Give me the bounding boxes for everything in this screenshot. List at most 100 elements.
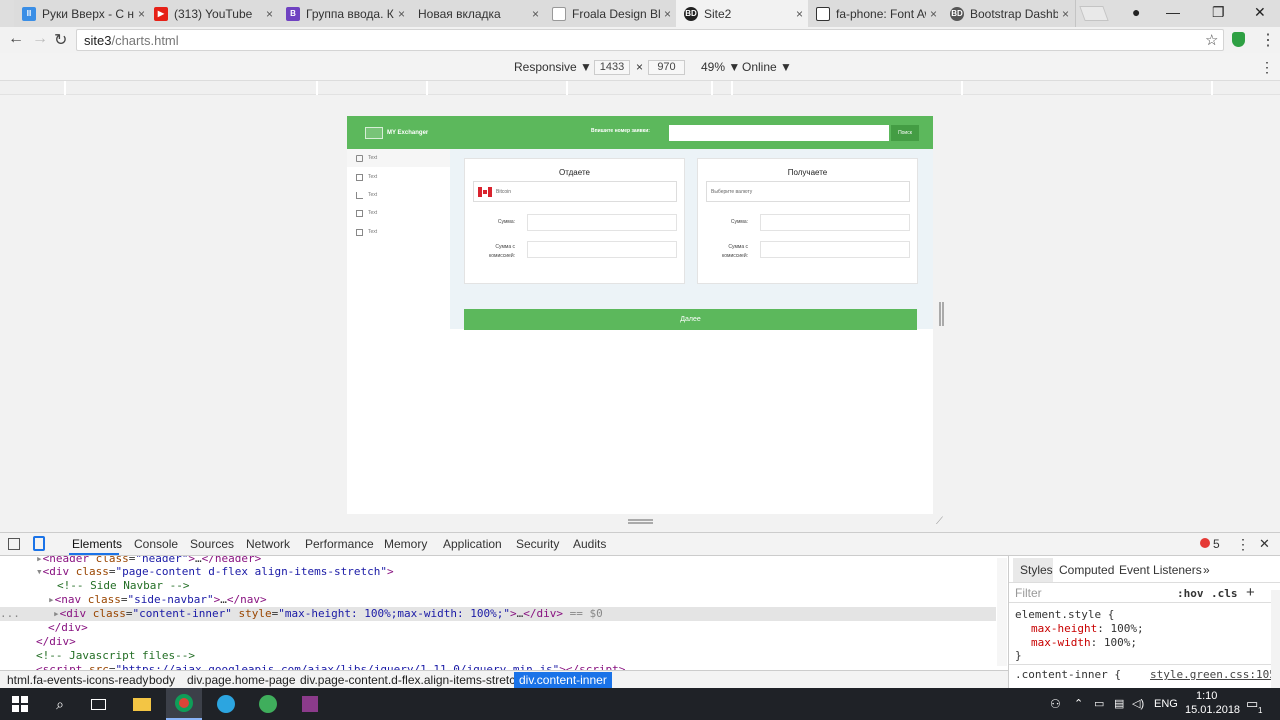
close-icon[interactable]: × (796, 7, 803, 21)
app-icon-green[interactable] (250, 688, 286, 720)
address-bar[interactable]: site3/charts.html (76, 29, 1224, 51)
dom-line-nav[interactable]: ▸<nav class="side-navbar">…</nav> (0, 593, 996, 607)
get-currency-select[interactable]: Выберите валюту (706, 181, 910, 202)
inspect-element-icon[interactable] (8, 538, 20, 550)
devtools-close-icon[interactable]: ✕ (1259, 536, 1270, 552)
breadcrumb-body[interactable]: body (144, 672, 180, 688)
resize-handle-bottom[interactable] (628, 519, 653, 524)
tab-site2[interactable]: BD Site2 × (676, 0, 810, 27)
resize-handle-right[interactable] (939, 302, 944, 326)
close-icon[interactable]: × (1062, 7, 1069, 21)
tab-computed[interactable]: Computed (1059, 563, 1114, 577)
next-button[interactable]: Далее (464, 309, 917, 330)
device-options-icon[interactable]: ⋮ (1260, 59, 1274, 76)
tab-styles[interactable]: Styles (1020, 563, 1053, 577)
battery-icon[interactable]: ▭ (1094, 697, 1104, 710)
chrome-icon[interactable] (166, 688, 202, 720)
reload-icon[interactable]: ↻ (54, 30, 67, 50)
network-icon[interactable]: ▤ (1114, 697, 1124, 710)
network-throttle-select[interactable]: Online ▼ (742, 60, 792, 74)
minimize-icon[interactable]: — (1166, 4, 1180, 20)
sidebar-item-docs[interactable]: Text (347, 204, 450, 222)
dom-line-comment[interactable]: <!-- Side Navbar --> (0, 579, 996, 593)
bookmark-star-icon[interactable]: ☆ (1205, 31, 1218, 49)
more-tabs-icon[interactable]: » (1203, 563, 1210, 577)
sidebar-item-tables[interactable]: Text (347, 168, 450, 186)
device-mode-select[interactable]: Responsive ▼ (514, 60, 592, 74)
add-rule-icon[interactable]: + (1246, 584, 1255, 601)
tab-new-tab[interactable]: Новая вкладка × (410, 0, 546, 27)
zoom-select[interactable]: 49% ▼ (701, 60, 740, 74)
site-logo[interactable]: MY Exchanger (365, 127, 428, 139)
give-fee-input[interactable] (527, 241, 677, 258)
tab-sources[interactable]: Sources (190, 537, 234, 551)
tab-audits[interactable]: Audits (573, 537, 606, 551)
tab-bootstrap-dashboard[interactable]: BD Bootstrap Dashbo × (942, 0, 1076, 27)
dom-line-content-inner[interactable]: ... ▸<div class="content-inner" style="m… (0, 607, 996, 621)
devtools-menu-icon[interactable]: ⋮ (1236, 536, 1250, 553)
tab-ruki-vverh[interactable]: II Руки Вверх - С но × (14, 0, 152, 27)
device-toggle-icon[interactable] (33, 536, 45, 551)
styles-filter-input[interactable]: Filter (1015, 586, 1042, 600)
order-number-input[interactable] (669, 125, 889, 141)
sidebar-item-home[interactable]: Text (347, 149, 450, 167)
elements-scrollbar[interactable] (997, 558, 1007, 666)
error-count[interactable]: 5 (1213, 537, 1220, 551)
close-icon[interactable]: × (532, 7, 539, 21)
style-rule-max-width[interactable]: max-width: 100%; (1031, 636, 1137, 649)
dom-line-js-comment[interactable]: <!-- Javascript files--> (0, 649, 996, 663)
windows-start-icon[interactable] (2, 688, 38, 720)
forward-icon[interactable]: → (32, 30, 48, 48)
close-icon[interactable]: × (664, 7, 671, 21)
search-icon[interactable]: ⌕ (42, 688, 78, 720)
styles-scrollbar[interactable] (1271, 590, 1280, 688)
breadcrumb-page-content[interactable]: div.page-content.d-flex.align-items-stre… (295, 672, 527, 688)
clock-date[interactable]: 15.01.2018 (1185, 704, 1240, 716)
tab-font-awesome[interactable]: fa-phone: Font Aw × (808, 0, 944, 27)
tab-performance[interactable]: Performance (305, 537, 374, 551)
tab-event-listeners[interactable]: Event Listeners (1119, 563, 1202, 577)
sidebar-item-pages[interactable]: Text (347, 223, 450, 241)
profile-icon[interactable]: ● (1132, 4, 1140, 20)
get-fee-input[interactable] (760, 241, 910, 258)
clock-time[interactable]: 1:10 (1196, 690, 1217, 702)
tab-input-group[interactable]: B Группа ввода. Ко × (278, 0, 412, 27)
cls-toggle[interactable]: .cls (1211, 587, 1238, 600)
menu-icon[interactable]: ⋮ (1260, 30, 1276, 50)
maximize-icon[interactable]: ❐ (1212, 4, 1225, 21)
close-icon[interactable]: × (930, 7, 937, 21)
hov-toggle[interactable]: :hov (1177, 587, 1204, 600)
style-rule-max-height[interactable]: max-height: 100%; (1031, 622, 1144, 635)
dom-line-close-div[interactable]: </div> (0, 621, 996, 635)
app-icon-winrar[interactable] (292, 688, 328, 720)
sidebar-item-charts[interactable]: Text (347, 186, 450, 204)
give-currency-select[interactable]: Bitcoin (473, 181, 677, 202)
file-explorer-icon[interactable] (124, 688, 160, 720)
stylesheet-link[interactable]: style.green.css:105 (1150, 668, 1276, 681)
tray-chevron-icon[interactable]: ⌃ (1074, 697, 1083, 710)
tab-console[interactable]: Console (134, 537, 178, 551)
give-sum-input[interactable] (527, 214, 677, 231)
close-icon[interactable]: × (138, 7, 145, 21)
breadcrumb-content-inner[interactable]: div.content-inner (514, 672, 612, 688)
tab-application[interactable]: Application (443, 537, 502, 551)
back-icon[interactable]: ← (8, 30, 24, 48)
media-query-ruler[interactable] (0, 81, 1280, 95)
resize-corner-icon[interactable]: ⟋ (936, 516, 947, 527)
viewport-height-input[interactable]: 970 (648, 60, 685, 75)
close-window-icon[interactable]: ✕ (1254, 4, 1266, 21)
volume-icon[interactable]: ◁) (1132, 697, 1144, 710)
tab-elements[interactable]: Elements (72, 537, 122, 551)
new-tab-button[interactable] (1079, 6, 1109, 21)
shield-extension-icon[interactable] (1232, 32, 1245, 47)
tab-network[interactable]: Network (246, 537, 290, 551)
close-icon[interactable]: × (398, 7, 405, 21)
task-view-icon[interactable] (80, 688, 116, 720)
get-sum-input[interactable] (760, 214, 910, 231)
notification-icon[interactable]: ▭ (1246, 696, 1258, 712)
tab-froala[interactable]: Froala Design Bloc × (544, 0, 678, 27)
breadcrumb-html[interactable]: html.fa-events-icons-ready (2, 672, 153, 688)
error-icon[interactable] (1200, 538, 1210, 548)
tab-security[interactable]: Security (516, 537, 559, 551)
search-button[interactable]: Поиск (891, 125, 919, 141)
